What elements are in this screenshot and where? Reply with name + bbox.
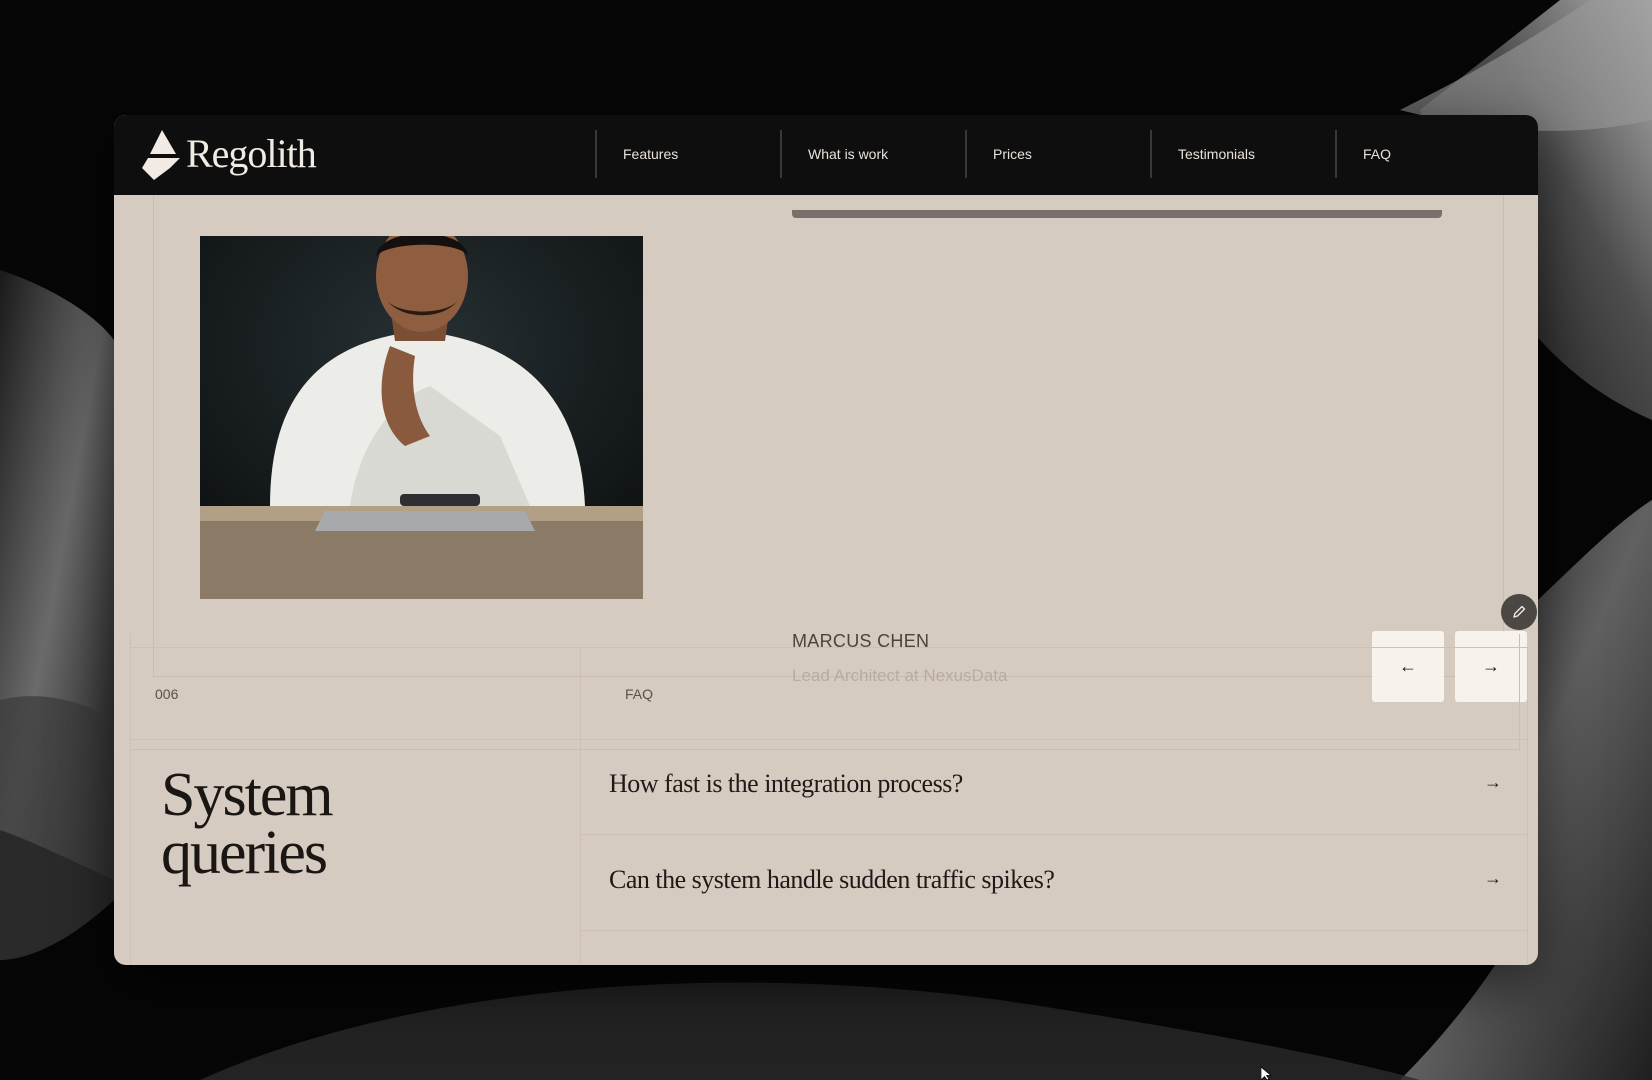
faq-heading: System queries <box>161 761 334 887</box>
section-tag: FAQ <box>625 686 654 702</box>
faq-item[interactable]: Can the system handle sudden traffic spi… <box>581 835 1528 931</box>
nav-item-prices[interactable]: Prices <box>965 130 1150 178</box>
mouse-cursor-icon <box>1261 1067 1272 1080</box>
faq-heading-line-2: queries <box>161 819 328 887</box>
faq-heading-line-1: System <box>161 761 334 829</box>
faq-item[interactable]: How fast is the integration process? → <box>581 739 1528 835</box>
arrow-right-icon: → <box>1484 868 1502 888</box>
testimonial-quote-clipped <box>792 210 1492 236</box>
nav-item-features[interactable]: Features <box>595 130 780 178</box>
faq-question: How fast is the integration process? <box>609 769 963 798</box>
site-header: Regolith Features What is work Prices Te… <box>114 115 1538 195</box>
nav-item-faq[interactable]: FAQ <box>1335 130 1520 178</box>
nav-item-what-is-work[interactable]: What is work <box>780 130 965 178</box>
section-number: 006 <box>155 686 179 702</box>
testimonial-card: MARCUS CHEN Lead Architect at NexusData … <box>153 155 1527 702</box>
testimonial-photo <box>200 236 643 599</box>
edit-button[interactable] <box>1501 594 1537 630</box>
brand-logo[interactable]: Regolith <box>140 129 317 180</box>
arrow-right-icon: → <box>1484 772 1502 792</box>
clipped-quote-text <box>792 210 1442 218</box>
browser-window: MARCUS CHEN Lead Architect at NexusData … <box>114 115 1538 965</box>
pencil-icon <box>1513 605 1526 618</box>
main-nav: Features What is work Prices Testimonial… <box>595 130 1520 178</box>
faq-section: 006 FAQ System queries How fast is the i… <box>130 647 1528 965</box>
nav-item-testimonials[interactable]: Testimonials <box>1150 130 1335 178</box>
faq-label-row <box>131 648 1527 740</box>
faq-question: Can the system handle sudden traffic spi… <box>609 865 1055 894</box>
regolith-mountain-logo-icon <box>142 130 180 180</box>
brand-name: Regolith <box>186 131 317 176</box>
